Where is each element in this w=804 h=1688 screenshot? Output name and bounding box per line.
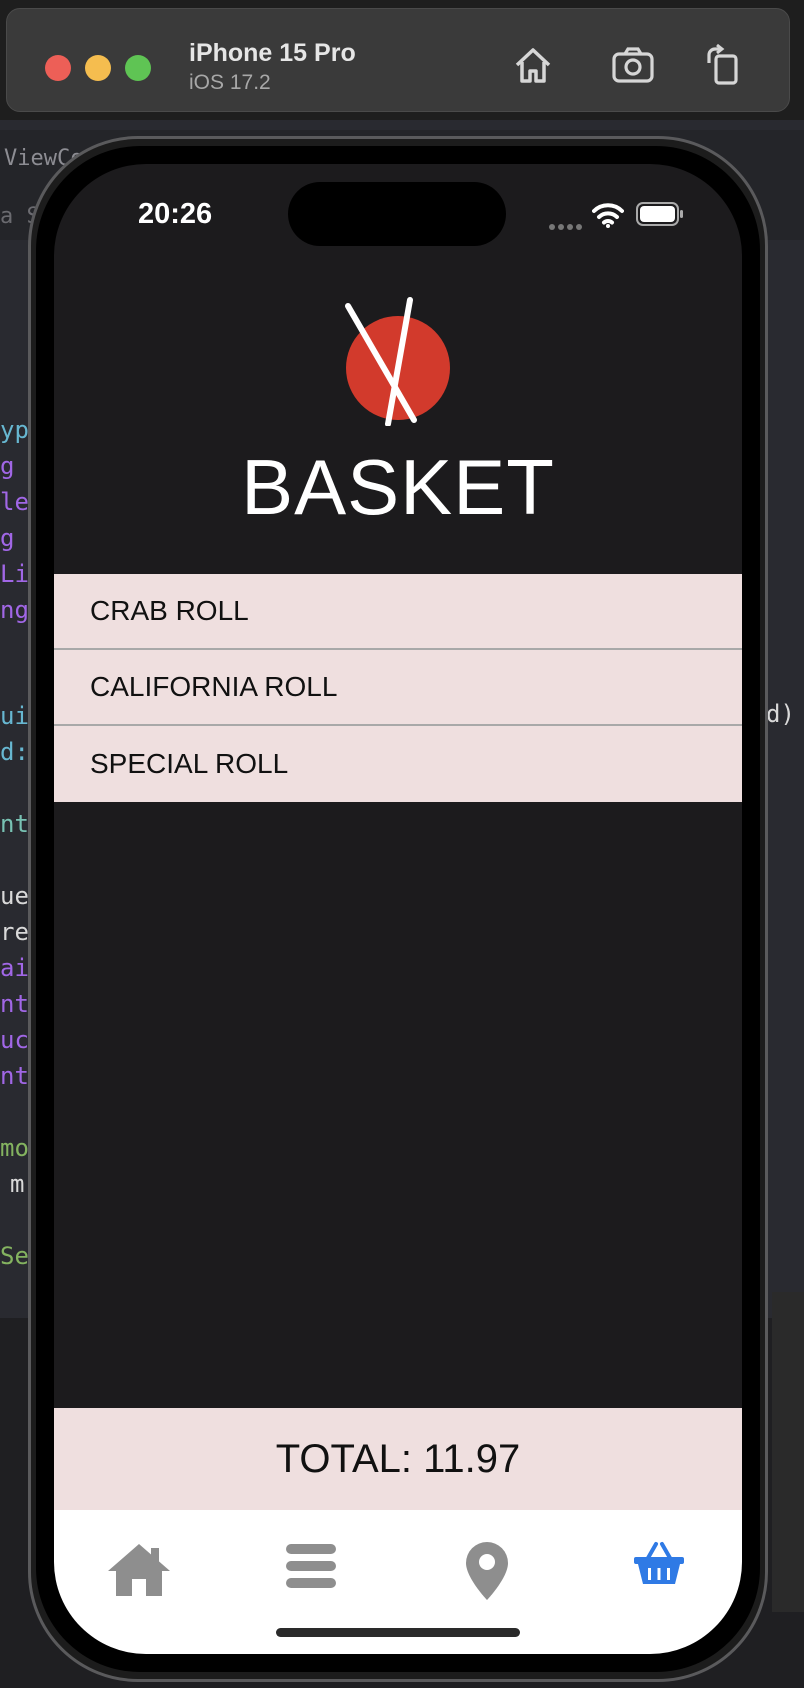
- tab-location[interactable]: [452, 1540, 522, 1606]
- tab-menu[interactable]: [276, 1540, 346, 1606]
- minimize-window-button[interactable]: [85, 55, 111, 81]
- tab-basket[interactable]: [624, 1540, 694, 1606]
- home-icon: [108, 1544, 170, 1596]
- ide-code-fragment: ng: [0, 596, 29, 624]
- close-window-button[interactable]: [45, 55, 71, 81]
- total-label: TOTAL: 11.97: [275, 1436, 521, 1481]
- menu-icon: [286, 1544, 336, 1588]
- basket-item-label: CALIFORNIA ROLL: [90, 671, 338, 702]
- ide-code-fragment: d): [766, 700, 795, 728]
- ide-code-fragment: g: [0, 524, 15, 552]
- sushi-logo: [336, 296, 460, 427]
- home-indicator[interactable]: [276, 1628, 520, 1637]
- status-time: 20:26: [138, 198, 213, 230]
- home-button-icon[interactable]: [511, 43, 555, 87]
- ide-code-fragment: nt: [0, 810, 29, 838]
- device-os-version: iOS 17.2: [189, 71, 271, 94]
- device-screen: 20:26 BASKET CRAB ROLL CALIFORNIA ROLL S…: [54, 164, 742, 1654]
- simulator-toolbar: iPhone 15 Pro iOS 17.2: [6, 8, 790, 112]
- ide-code-fragment: m: [10, 1170, 25, 1198]
- basket-item-california-roll[interactable]: CALIFORNIA ROLL: [54, 650, 742, 726]
- ide-code-fragment: ui: [0, 702, 29, 730]
- ide-code-fragment: nt: [0, 990, 29, 1018]
- basket-item-crab-roll[interactable]: CRAB ROLL: [54, 574, 742, 650]
- basket-icon: [634, 1542, 684, 1584]
- ide-code-fragment: uc: [0, 1026, 29, 1054]
- basket-item-special-roll[interactable]: SPECIAL ROLL: [54, 726, 742, 802]
- basket-item-label: CRAB ROLL: [90, 595, 249, 626]
- ide-code-fragment: Se: [0, 1242, 29, 1270]
- location-icon: [466, 1542, 508, 1600]
- screenshot-icon[interactable]: [611, 43, 655, 87]
- page-title: BASKET: [241, 443, 555, 531]
- basket-item-label: SPECIAL ROLL: [90, 748, 289, 779]
- dynamic-island: [288, 182, 506, 246]
- tab-home[interactable]: [104, 1540, 174, 1606]
- ide-code-fragment: ue: [0, 882, 29, 910]
- ide-code-fragment: d:: [0, 738, 29, 766]
- device-name: iPhone 15 Pro: [189, 39, 356, 67]
- battery-icon: [636, 202, 684, 231]
- basket-list: CRAB ROLL CALIFORNIA ROLL SPECIAL ROLL: [54, 574, 742, 802]
- ide-code-fragment: re: [0, 918, 29, 946]
- zoom-window-button[interactable]: [125, 55, 151, 81]
- ide-code-fragment: yp: [0, 416, 29, 444]
- ide-code-fragment: g: [0, 452, 15, 480]
- ide-code-fragment: mo: [0, 1134, 29, 1162]
- wifi-icon: [592, 202, 624, 233]
- ide-code-fragment: ai: [0, 954, 29, 982]
- ide-code-fragment: le: [0, 488, 29, 516]
- ide-code-fragment: Li: [0, 560, 29, 588]
- ide-console-panel: [772, 1292, 804, 1612]
- total-bar: TOTAL: 11.97: [54, 1408, 742, 1510]
- rotate-icon[interactable]: [701, 43, 745, 87]
- cellular-signal-icon: [548, 218, 582, 236]
- ide-code-fragment: nt: [0, 1062, 29, 1090]
